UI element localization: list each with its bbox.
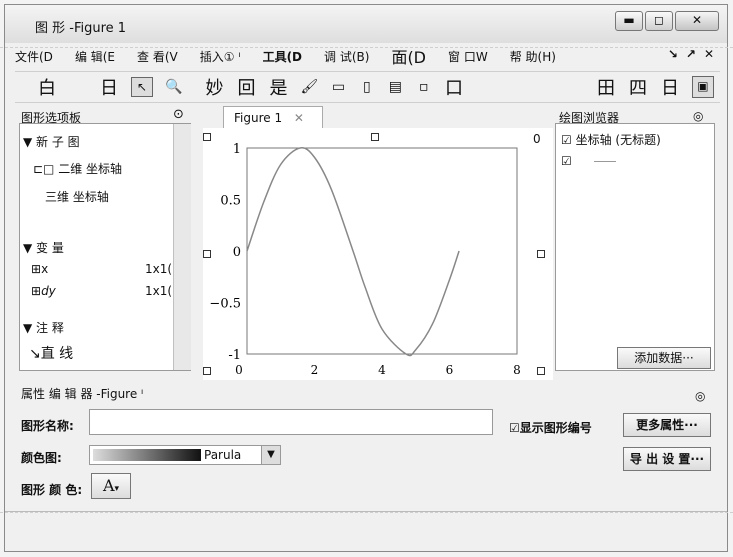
edit-plot-button[interactable]: ↖ [131, 77, 153, 97]
menu-insert[interactable]: 插入① ᴵ [200, 48, 241, 65]
palette-menu-icon[interactable]: ⊙ [173, 107, 184, 122]
y-tick-label: −0.5 [209, 297, 241, 312]
title-bar: 图 形 -Figure 1 ▬ ◻ ✕ [5, 5, 727, 43]
handle-bottom-left[interactable] [203, 367, 211, 375]
x-tick-label: 0 [235, 363, 243, 377]
colormap-label: 颜色图: [21, 451, 62, 465]
figure-canvas[interactable]: 1 0.5 0 −0.5 -1 0 2 4 6 8 0 [203, 128, 553, 380]
axes-browser-label: 坐标轴 (无标题) [575, 133, 661, 147]
menu-edit[interactable]: 编 辑(E [75, 48, 115, 65]
show-number-checkbox[interactable]: ☑显示图形编号 [509, 419, 592, 436]
new-figure-button[interactable]: 白 [37, 74, 57, 100]
menu-bar: 文件(D 编 辑(E 查 看(V 插入① ᴵ 工具(D 调 试(B) 面(D 窗… [15, 45, 720, 67]
tab-close-icon[interactable]: ✕ [294, 111, 304, 125]
property-editor-title: 属性 编 辑 器 -Figure ᴵ [21, 387, 144, 401]
dock-figure-button[interactable]: ▣ [691, 76, 714, 98]
undock-icon[interactable]: ↘ [668, 47, 678, 61]
x-tick-label: 4 [378, 363, 386, 377]
window-title: 图 形 -Figure 1 [35, 21, 127, 36]
pan-button[interactable]: 是 [268, 74, 288, 100]
axes-browser-item[interactable]: ☑ 坐标轴 (无标题) [561, 131, 661, 148]
figure-color-button[interactable]: A▾ [91, 473, 131, 499]
open-file-button[interactable]: 日 [99, 74, 119, 100]
line-browser-item[interactable]: ☑ [561, 154, 616, 168]
color-letter: A [102, 476, 115, 495]
export-setup-button[interactable]: 导 出 设 置··· [623, 447, 711, 471]
var-x-name: x [41, 262, 49, 276]
menu-window[interactable]: 窗 口W [448, 48, 488, 65]
figure-color-label: 图形 颜 色: [21, 483, 83, 497]
var-x-value: 1x1( [145, 262, 173, 276]
menu-file[interactable]: 文件(D [15, 48, 53, 65]
y-tick-label: -1 [228, 348, 241, 363]
legend-icon[interactable]: ▤ [387, 78, 403, 96]
colormap-select[interactable]: Parula ▼ [89, 445, 281, 465]
menu-debug[interactable]: 调 试(B) [324, 48, 369, 65]
figure-name-label: 图形名称: [21, 419, 74, 433]
toolbar: 白 日 ↖ 🔍 妙 回 是 🖌 ▭ ▯ ▤ ▫ 口 田 四 日 ▣ [15, 71, 720, 103]
menu-view[interactable]: 查 看(V [137, 48, 178, 65]
print-button[interactable]: 妙 [204, 74, 224, 100]
grid-overlay-line [0, 47, 733, 48]
menu-close-icon[interactable]: ✕ [704, 47, 714, 61]
close-button[interactable]: ✕ [675, 11, 719, 31]
var-dy-name: dy [41, 284, 56, 298]
axes-box[interactable] [246, 147, 518, 355]
show-number-label: 显示图形编号 [519, 421, 592, 435]
handle-mid-right[interactable] [537, 250, 545, 258]
handle-top-mid[interactable] [371, 133, 379, 141]
var-dy[interactable]: ⊞dy [31, 284, 56, 298]
zoom-icon[interactable]: 🔍 [165, 78, 182, 96]
grid-overlay-line [0, 512, 733, 513]
handle-mid-left[interactable] [203, 250, 211, 258]
sine-plot[interactable]: 1 0.5 0 −0.5 -1 0 2 4 6 8 [203, 128, 553, 380]
handle-top-left[interactable] [203, 133, 211, 141]
brush-icon[interactable]: 🖌 [300, 78, 318, 96]
add-data-button[interactable]: 添加数据··· [617, 347, 711, 369]
var-dy-value: 1x1( [145, 284, 173, 298]
chevron-down-icon: ▾ [114, 484, 120, 494]
tab-figure-label: Figure 1 [234, 111, 283, 125]
figure-name-input[interactable] [89, 409, 493, 435]
minimize-button[interactable]: ▬ [615, 11, 643, 31]
axes-2d-item[interactable]: ⊏□ 二维 坐标轴 [33, 160, 122, 177]
plot-browser-menu-icon[interactable]: ◎ [693, 109, 703, 123]
new-subplot-section[interactable]: ▼ 新 子 图 [23, 133, 80, 150]
link-icon[interactable]: ▭ [330, 78, 346, 96]
y-tick-label: 1 [233, 142, 241, 157]
x-tick-label: 2 [311, 363, 319, 377]
axes-3d-item[interactable]: 三维 坐标轴 [45, 188, 109, 205]
more-properties-button[interactable]: 更多属性··· [623, 413, 711, 437]
line-swatch [593, 161, 616, 162]
rotate-button[interactable]: 回 [236, 74, 256, 100]
property-editor-menu-icon[interactable]: ◎ [695, 389, 705, 403]
menu-help[interactable]: 帮 助(H) [510, 48, 556, 65]
menu-tools[interactable]: 工具(D [263, 48, 302, 65]
tab-figure-1[interactable]: Figure 1 ✕ [223, 106, 323, 128]
maximize-button[interactable]: ◻ [645, 11, 673, 31]
y-tick-label: 0.5 [220, 194, 241, 209]
handle-bottom-right[interactable] [537, 367, 545, 375]
x-tick-label: 6 [446, 363, 454, 377]
palette-scrollbar[interactable] [173, 124, 191, 370]
colormap-swatch [93, 449, 201, 461]
var-x[interactable]: ⊞x [31, 262, 48, 276]
layout-grid-button[interactable]: 田 [596, 74, 616, 100]
variables-section[interactable]: ▼ 变 量 [23, 239, 64, 256]
colorbar-icon[interactable]: ▯ [359, 78, 375, 96]
y-tick-label: 0 [233, 245, 241, 260]
corner-label: 0 [533, 132, 541, 146]
annotations-section[interactable]: ▼ 注 释 [23, 319, 64, 336]
colormap-value: Parula [204, 448, 242, 462]
dock-icon[interactable]: ↗ [686, 47, 696, 61]
figure-window: 图 形 -Figure 1 ▬ ◻ ✕ 文件(D 编 辑(E 查 看(V 插入①… [4, 4, 728, 552]
line-annotation-label: 直 线 [40, 346, 74, 362]
show-tools-button[interactable]: 口 [444, 74, 464, 100]
x-tick-label: 8 [513, 363, 521, 377]
layout-day-button[interactable]: 日 [660, 74, 680, 100]
hide-tools-icon[interactable]: ▫ [416, 78, 432, 96]
layout-four-button[interactable]: 四 [628, 74, 648, 100]
chevron-down-icon[interactable]: ▼ [261, 446, 280, 464]
line-annotation-item[interactable]: ↘直 线 [29, 343, 73, 363]
